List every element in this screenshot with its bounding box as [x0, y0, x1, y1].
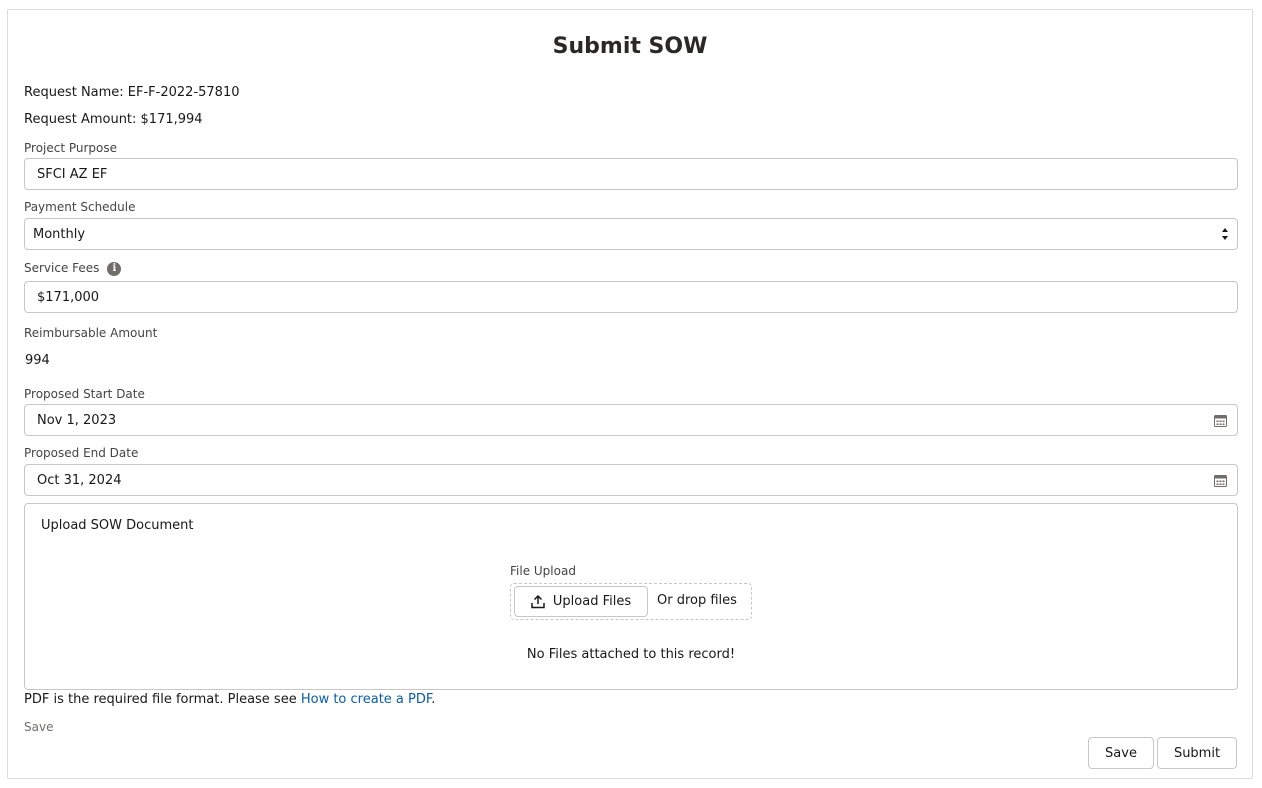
upload-sow-section: Upload SOW Document File Upload Upload F… [24, 503, 1238, 690]
end-date-input[interactable]: Oct 31, 2024 [24, 464, 1238, 496]
start-date-label: Proposed Start Date [24, 387, 145, 401]
save-text: Save [24, 720, 54, 734]
start-date-input[interactable]: Nov 1, 2023 [24, 404, 1238, 436]
how-to-create-pdf-link[interactable]: How to create a PDF [301, 692, 431, 707]
pdf-note: PDF is the required file format. Please … [24, 692, 435, 707]
end-date-label: Proposed End Date [24, 446, 139, 460]
payment-schedule-label: Payment Schedule [24, 200, 136, 214]
pdf-note-suffix: . [431, 692, 436, 707]
upload-files-label: Upload Files [552, 594, 632, 609]
project-purpose-input[interactable]: SFCI AZ EF [24, 158, 1238, 190]
submit-sow-card: Submit SOW Request Name: EF-F-2022-57810… [7, 9, 1253, 779]
payment-schedule-value: Monthly [33, 226, 86, 242]
upload-files-button[interactable]: Upload Files [514, 586, 648, 617]
reimbursable-amount-label: Reimbursable Amount [24, 326, 158, 340]
payment-schedule-select[interactable]: Monthly [24, 218, 1238, 250]
calendar-icon[interactable] [1214, 474, 1227, 487]
end-date-value: Oct 31, 2024 [37, 472, 122, 488]
drop-files-text: Or drop files [657, 593, 737, 608]
upload-icon [531, 594, 545, 608]
no-files-message: No Files attached to this record! [526, 647, 736, 662]
upload-section-title: Upload SOW Document [41, 518, 194, 533]
service-fees-input[interactable]: $171,000 [24, 281, 1238, 313]
pdf-note-text: PDF is the required file format. Please … [24, 692, 301, 707]
info-icon[interactable]: i [107, 261, 122, 276]
request-name: Request Name: EF-F-2022-57810 [24, 85, 240, 100]
file-upload-label: File Upload [510, 564, 576, 578]
start-date-value: Nov 1, 2023 [37, 412, 117, 428]
save-button[interactable]: Save [1088, 737, 1154, 769]
reimbursable-amount-value: 994 [25, 353, 50, 368]
submit-button[interactable]: Submit [1157, 737, 1237, 769]
service-fees-label-row: Service Fees i [24, 261, 122, 276]
select-arrows-icon [1222, 228, 1228, 240]
request-amount: Request Amount: $171,994 [24, 112, 203, 127]
project-purpose-value: SFCI AZ EF [37, 166, 108, 182]
service-fees-label: Service Fees [24, 261, 100, 275]
service-fees-value: $171,000 [37, 289, 100, 305]
calendar-icon[interactable] [1214, 414, 1227, 427]
project-purpose-label: Project Purpose [24, 141, 118, 155]
file-dropzone[interactable]: Upload Files Or drop files [510, 583, 752, 620]
page-title: Submit SOW [552, 34, 708, 59]
